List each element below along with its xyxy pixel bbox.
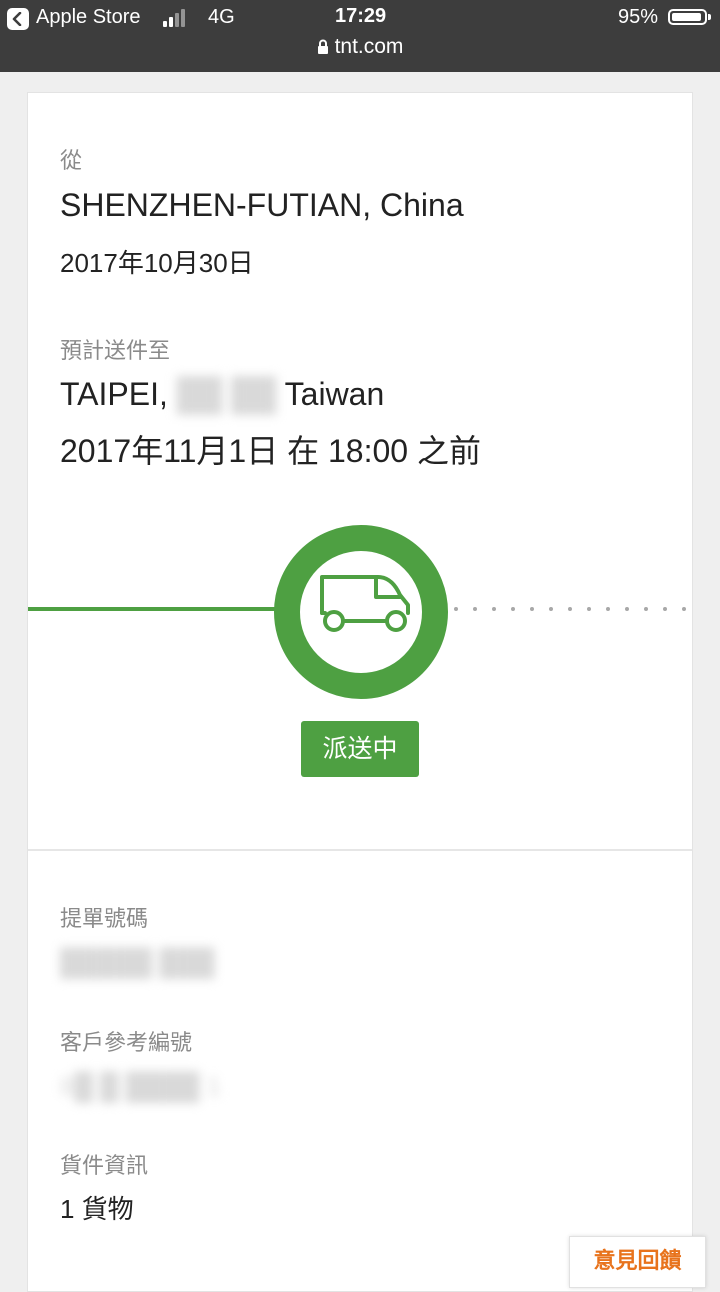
eta-label: 預計送件至 (60, 338, 171, 363)
destination-district: ██ ██ (176, 376, 277, 412)
tracking-card: 從 SHENZHEN-FUTIAN, China 2017年10月30日 預計送… (27, 92, 693, 1292)
waybill-value: █████ ███ (60, 947, 215, 977)
from-date: 2017年10月30日 (60, 248, 254, 278)
section-divider (28, 849, 692, 851)
progress-line-completed (28, 607, 282, 611)
shipment-info-value: 1 貨物 (60, 1194, 134, 1224)
progress-line-pending (454, 607, 694, 611)
network-type: 4G (208, 6, 235, 28)
estimated-delivery: 2017年11月1日 在 18:00 之前 (60, 433, 481, 469)
progress-dot (625, 607, 629, 611)
signal-icon (163, 9, 191, 27)
clock: 17:29 (335, 5, 387, 27)
customer-ref-label: 客戶參考編號 (60, 1030, 193, 1055)
progress-dot (530, 607, 534, 611)
progress-dot (587, 607, 591, 611)
battery-icon (668, 9, 711, 25)
waybill-label: 提單號碼 (60, 906, 149, 931)
progress-dot (644, 607, 648, 611)
status-badge: 派送中 (301, 721, 419, 777)
battery-percentage: 95% (618, 6, 659, 28)
url-bar[interactable]: tnt.com (0, 35, 720, 59)
progress-dot (606, 607, 610, 611)
from-label: 從 (60, 148, 83, 173)
feedback-button[interactable]: 意見回饋 (569, 1236, 706, 1288)
lock-icon (317, 39, 328, 54)
progress-dot (473, 607, 477, 611)
from-location: SHENZHEN-FUTIAN, China (60, 187, 464, 223)
progress-dot (454, 607, 458, 611)
progress-dot (549, 607, 553, 611)
progress-dot (492, 607, 496, 611)
progress-dot (663, 607, 667, 611)
status-bar: Apple Store 4G 17:29 95% tnt.com (0, 0, 720, 72)
destination: TAIPEI, ██ ██ Taiwan (60, 376, 384, 413)
destination-city: TAIPEI, (60, 376, 168, 412)
back-app-label[interactable]: Apple Store (36, 6, 141, 29)
progress-dot (511, 607, 515, 611)
back-to-app-icon[interactable] (7, 8, 29, 30)
shipment-info-label: 貨件資訊 (60, 1153, 149, 1178)
delivery-truck-icon (320, 575, 410, 632)
status-ring (274, 525, 448, 699)
customer-ref-value: 8█ █ ████ 1 (60, 1071, 222, 1101)
destination-country: Taiwan (284, 376, 385, 412)
url-text: tnt.com (334, 35, 404, 58)
progress-dot (568, 607, 572, 611)
progress-dot (682, 607, 686, 611)
